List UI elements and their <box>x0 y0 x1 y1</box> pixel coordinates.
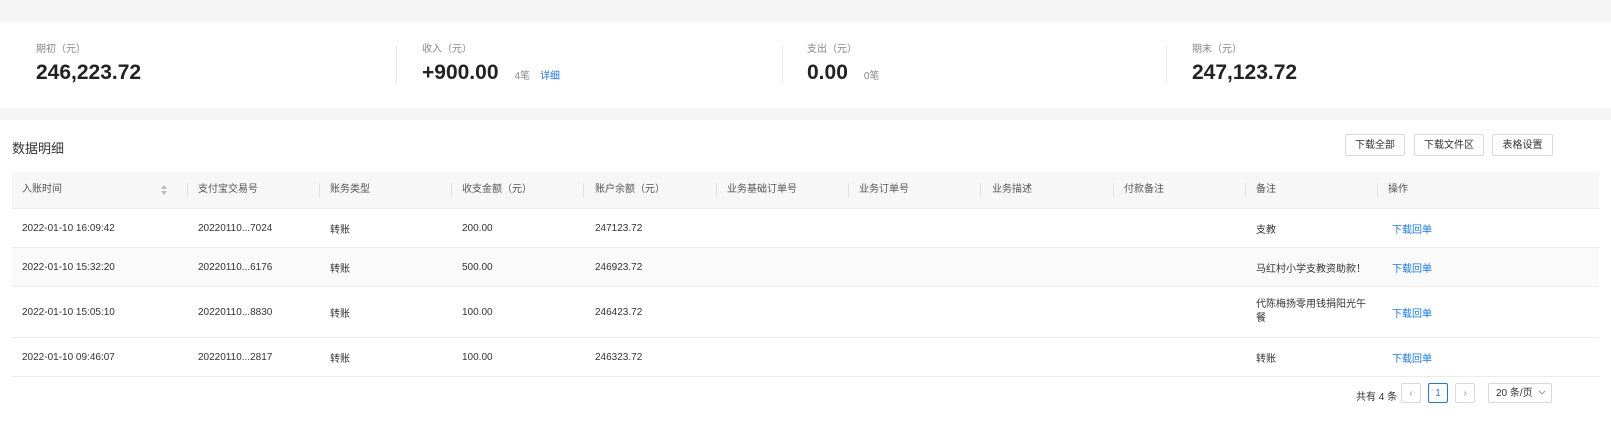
cell-note: 马红村小学支教资助款！ <box>1256 263 1366 275</box>
page-number-button[interactable]: 1 <box>1428 383 1448 403</box>
cell-time: 2022-01-10 16:09:42 <box>22 222 115 234</box>
table-settings-button[interactable]: 表格设置 <box>1492 134 1553 156</box>
cell-balance: 246923.72 <box>595 261 643 273</box>
page-size-label: 20 条/页 <box>1496 388 1533 399</box>
cell-note: 代陈梅扬零用钱捐阳光午餐 <box>1256 299 1366 324</box>
cell-trade-no: 20220110...2817 <box>198 351 273 363</box>
col-header-label: 入账时间 <box>22 184 62 195</box>
table-row: 2022-01-10 15:05:10 20220110...8830 转账 1… <box>12 287 1599 338</box>
cell-time: 2022-01-10 15:05:10 <box>22 306 115 318</box>
cell-order <box>849 338 981 376</box>
detail-panel: 数据明细 下载全部 下载文件区 表格设置 入账时间 支付宝交易号 账务类型 收支… <box>0 120 1611 436</box>
divider <box>396 46 397 84</box>
cell-amount: 500.00 <box>462 261 493 273</box>
cell-desc <box>982 338 1114 376</box>
table-header: 入账时间 支付宝交易号 账务类型 收支金额（元） 账户余额（元） 业务基础订单号… <box>12 172 1599 209</box>
cell-pay-note <box>1114 209 1246 247</box>
summary-panel: 期初（元） 246,223.72 收入（元） +900.00 4笔 详细 支出（… <box>0 22 1611 108</box>
stat-income-label: 收入（元） <box>422 44 472 55</box>
table-row: 2022-01-10 09:46:07 20220110...2817 转账 1… <box>12 338 1599 377</box>
cell-time: 2022-01-10 15:32:20 <box>22 261 115 273</box>
stat-expense-value: 0.00 <box>807 61 848 84</box>
cell-trade-no: 20220110...8830 <box>198 306 273 318</box>
cell-order <box>849 248 981 286</box>
cell-trade-no: 20220110...6176 <box>198 261 273 273</box>
stat-opening-value: 246,223.72 <box>36 61 142 84</box>
stat-opening-label: 期初（元） <box>36 44 86 55</box>
cell-balance: 246423.72 <box>595 306 643 318</box>
cell-note: 转账 <box>1256 353 1276 365</box>
stat-income: 收入（元） +900.00 4笔 详细 <box>422 40 560 85</box>
cell-type: 转账 <box>330 224 350 236</box>
col-header-action: 操作 <box>1388 184 1408 195</box>
stat-opening: 期初（元） 246,223.72 <box>36 40 141 85</box>
cell-desc <box>982 248 1114 286</box>
col-header-pay-note: 付款备注 <box>1114 172 1246 208</box>
cell-type: 转账 <box>330 263 350 275</box>
stat-income-count: 4笔 <box>514 71 531 82</box>
stat-expense-label: 支出（元） <box>807 44 857 55</box>
cell-type: 转账 <box>330 353 350 365</box>
col-header-note: 备注 <box>1246 172 1378 208</box>
sort-icon[interactable] <box>160 184 168 196</box>
stat-expense-count: 0笔 <box>863 71 880 82</box>
download-receipt-link[interactable]: 下载回单 <box>1382 248 1482 286</box>
col-header-amount: 收支金额（元） <box>452 172 584 208</box>
download-receipt-link[interactable]: 下载回单 <box>1382 338 1482 376</box>
cell-balance: 246323.72 <box>595 351 643 363</box>
col-header-desc: 业务描述 <box>982 172 1114 208</box>
cell-type: 转账 <box>330 308 350 320</box>
cell-pay-note <box>1114 248 1246 286</box>
cell-trade-no: 20220110...7024 <box>198 222 273 234</box>
stat-closing-value: 247,123.72 <box>1192 61 1298 84</box>
cell-amount: 200.00 <box>462 222 493 234</box>
col-header-time[interactable]: 入账时间 <box>12 172 188 208</box>
stat-expense: 支出（元） 0.00 0笔 <box>807 40 879 85</box>
cell-base-order <box>717 338 849 376</box>
cell-base-order <box>717 248 849 286</box>
cell-amount: 100.00 <box>462 351 493 363</box>
download-all-button[interactable]: 下载全部 <box>1345 134 1405 156</box>
cell-time: 2022-01-10 09:46:07 <box>22 351 115 363</box>
cell-balance: 247123.72 <box>595 222 643 234</box>
col-header-balance: 账户余额（元） <box>585 172 717 208</box>
income-detail-link[interactable]: 详细 <box>540 67 560 82</box>
cell-base-order <box>717 287 849 337</box>
cell-desc <box>982 287 1114 337</box>
table-row: 2022-01-10 16:09:42 20220110...7024 转账 2… <box>12 209 1599 248</box>
chevron-down-icon <box>1538 390 1546 395</box>
cell-amount: 100.00 <box>462 306 493 318</box>
cell-pay-note <box>1114 287 1246 337</box>
table-row: 2022-01-10 15:32:20 20220110...6176 转账 5… <box>12 248 1599 287</box>
stat-closing-label: 期末（元） <box>1192 44 1242 55</box>
cell-order <box>849 287 981 337</box>
section-title: 数据明细 <box>12 141 65 156</box>
cell-base-order <box>717 209 849 247</box>
col-header-trade-no: 支付宝交易号 <box>188 172 320 208</box>
pagination-total: 共有 4 条 <box>1356 392 1398 403</box>
stat-income-value: +900.00 <box>422 61 499 84</box>
download-zone-button[interactable]: 下载文件区 <box>1414 134 1484 156</box>
divider <box>1166 46 1167 84</box>
stat-closing: 期末（元） 247,123.72 <box>1192 40 1297 85</box>
cell-pay-note <box>1114 338 1246 376</box>
cell-desc <box>982 209 1114 247</box>
col-header-base-order: 业务基础订单号 <box>717 172 849 208</box>
col-header-order: 业务订单号 <box>849 172 981 208</box>
col-header-type: 账务类型 <box>320 172 452 208</box>
download-receipt-link[interactable]: 下载回单 <box>1382 209 1482 247</box>
page-size-select[interactable]: 20 条/页 <box>1488 383 1552 403</box>
divider <box>782 46 783 84</box>
cell-note: 支教 <box>1256 224 1276 236</box>
download-receipt-link[interactable]: 下载回单 <box>1382 287 1482 337</box>
next-page-button[interactable]: › <box>1455 383 1475 403</box>
cell-order <box>849 209 981 247</box>
prev-page-button[interactable]: ‹ <box>1401 383 1421 403</box>
